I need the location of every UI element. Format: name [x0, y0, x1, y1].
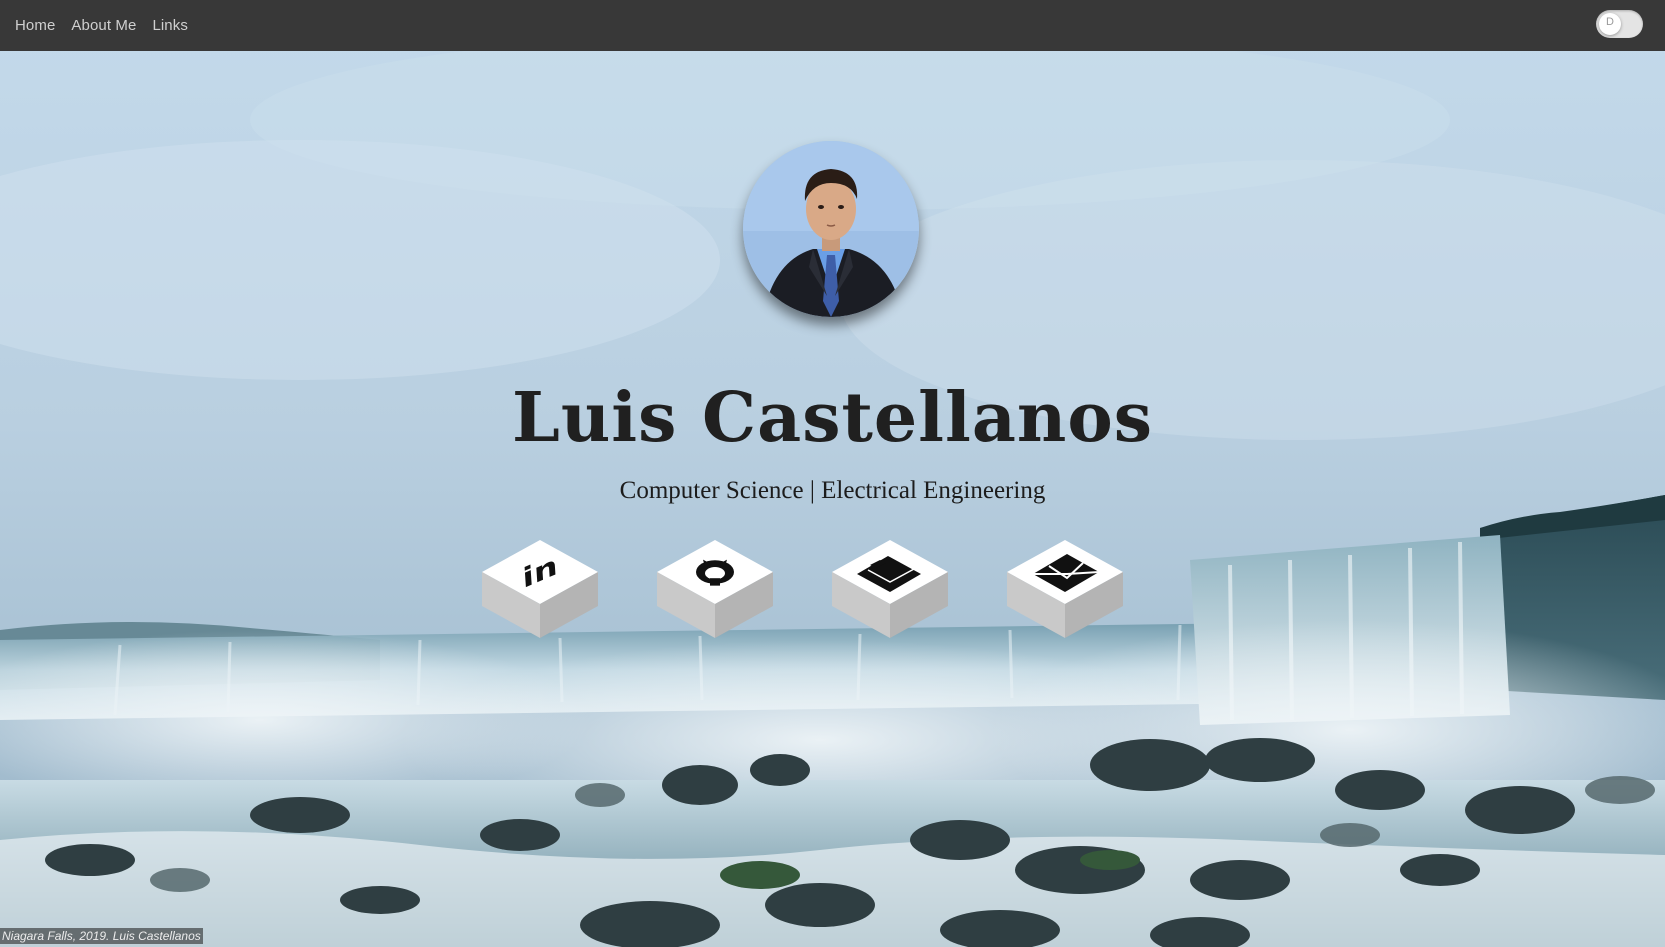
hero-subtitle: Computer Science | Electrical Engineerin…	[619, 477, 1046, 504]
email-link[interactable]	[1003, 536, 1127, 642]
hero-name: Luis Castellanos	[512, 378, 1153, 458]
theme-toggle-knob: D	[1599, 13, 1621, 35]
github-link[interactable]	[653, 536, 777, 642]
top-navbar: Home About Me Links D	[0, 0, 1665, 51]
folder-link[interactable]	[828, 536, 952, 642]
nav-links: Home About Me Links	[15, 0, 188, 51]
nav-link-links[interactable]: Links	[152, 17, 188, 34]
nav-link-home[interactable]: Home	[15, 17, 55, 34]
theme-toggle[interactable]: D	[1596, 10, 1643, 38]
nav-link-about-me[interactable]: About Me	[71, 17, 136, 34]
avatar	[743, 141, 919, 317]
photo-caption: Niagara Falls, 2019. Luis Castellanos	[0, 928, 203, 944]
linkedin-link[interactable]: in	[478, 536, 602, 642]
avatar-portrait-image	[743, 141, 919, 317]
